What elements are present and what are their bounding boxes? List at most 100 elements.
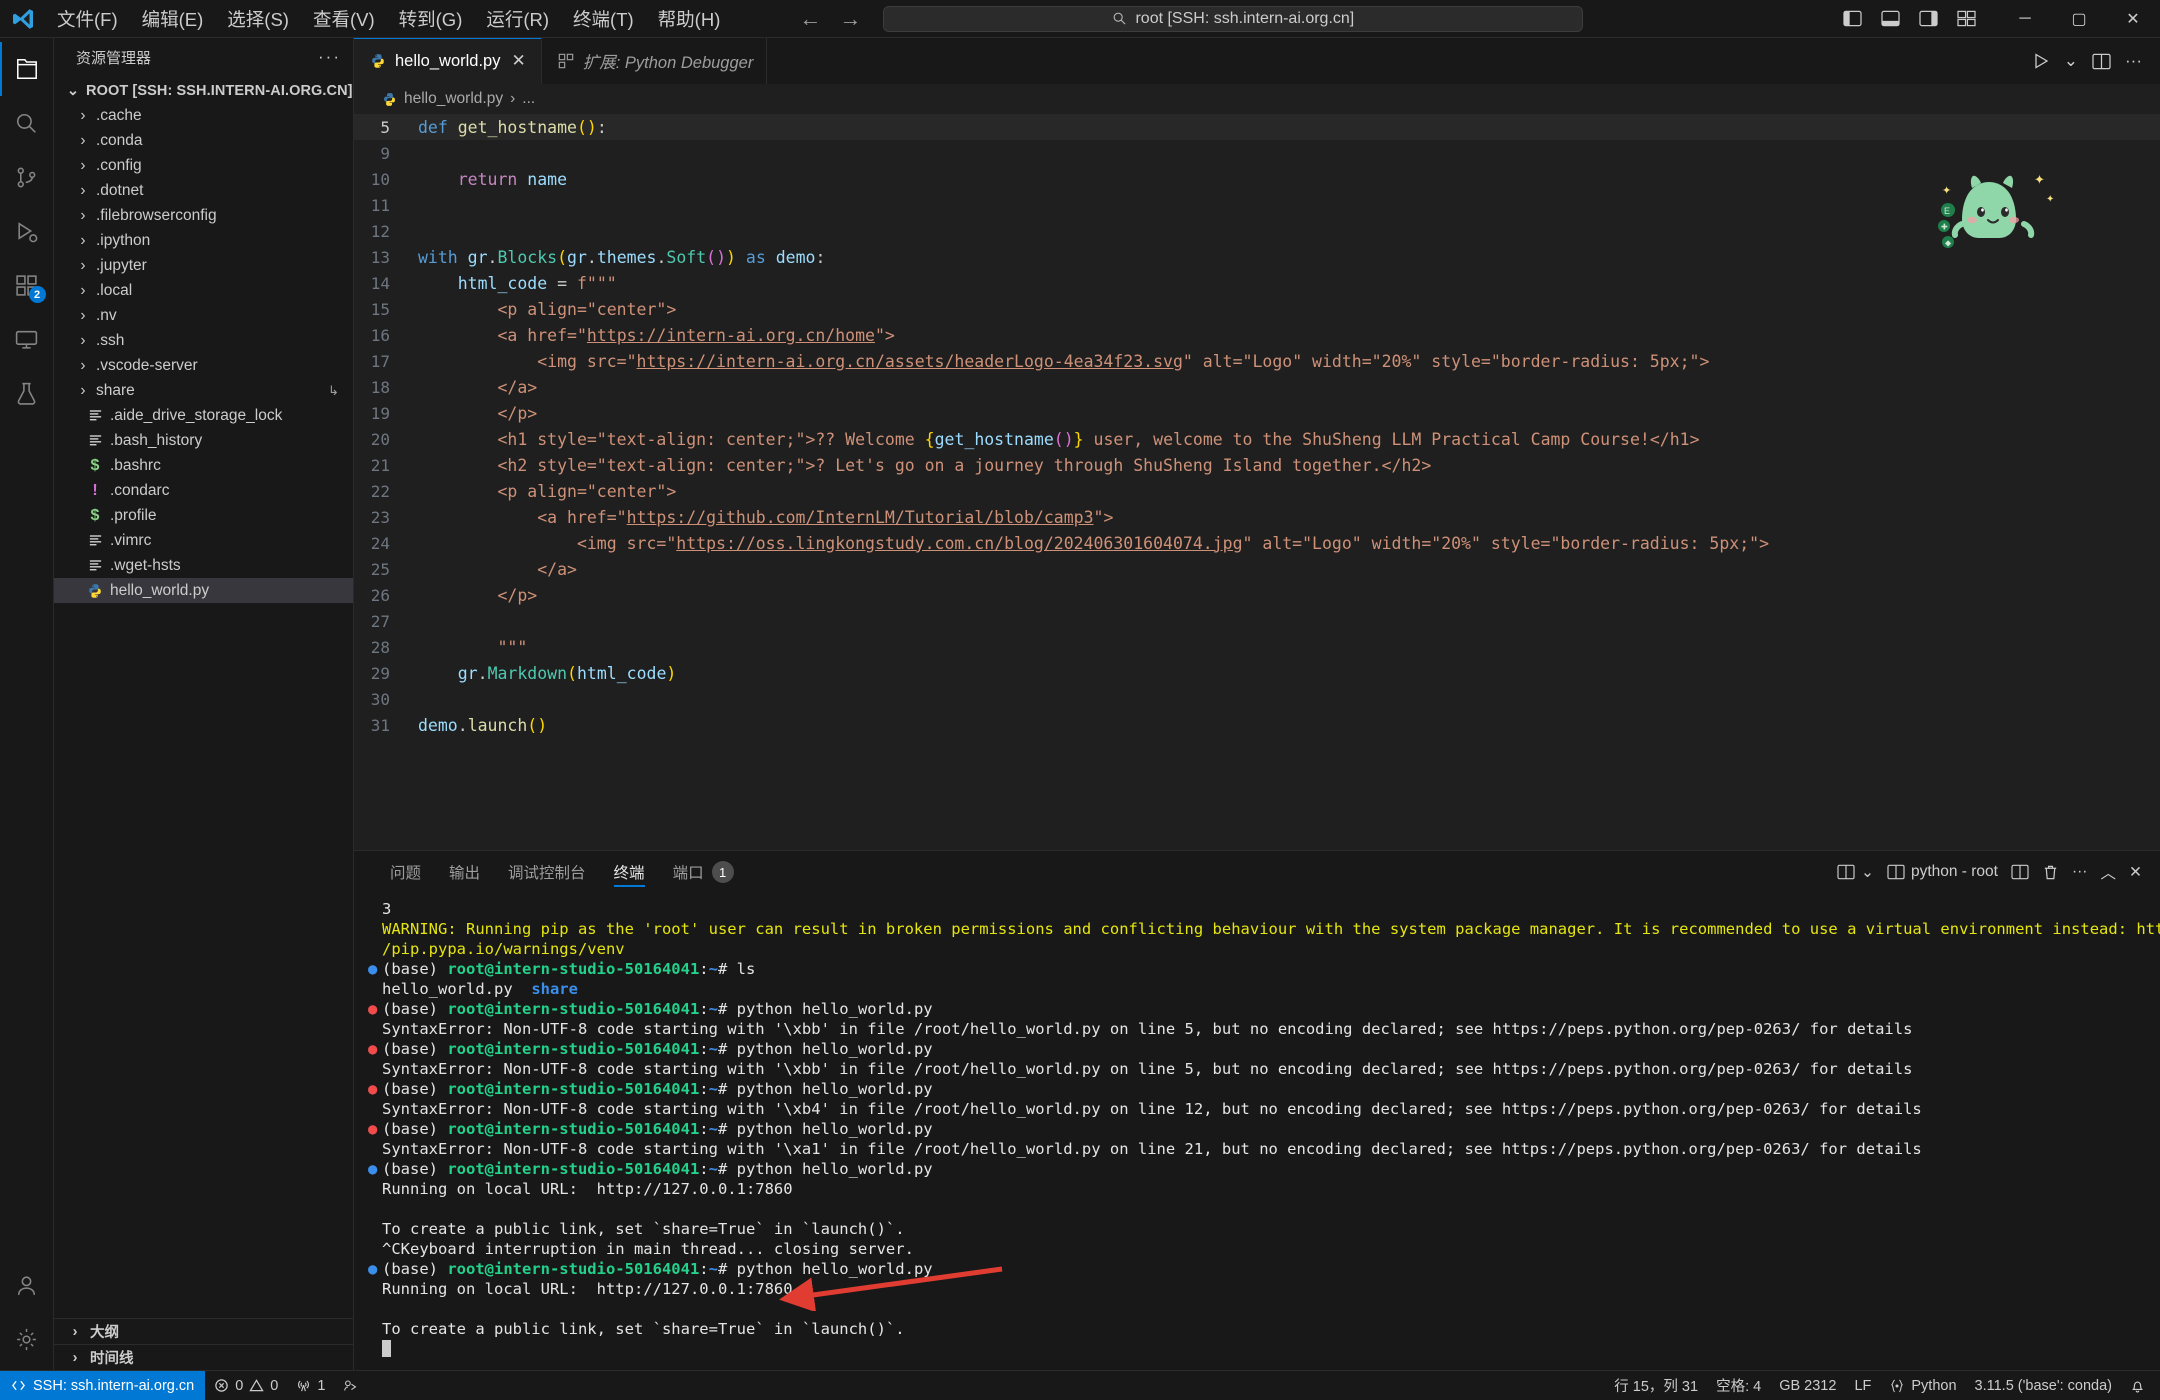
code-token[interactable]: https://intern-ai.org.cn/home: [587, 326, 875, 345]
window-maximize-button[interactable]: ▢: [2052, 0, 2106, 38]
tree-item-jupyter[interactable]: › .jupyter: [54, 253, 353, 278]
tree-item-conda[interactable]: › .conda: [54, 128, 353, 153]
close-panel-icon[interactable]: ✕: [2129, 863, 2142, 882]
status-notifications[interactable]: [2121, 1371, 2154, 1400]
menu-item-run[interactable]: 运行(R): [475, 2, 560, 36]
menu-item-selection[interactable]: 选择(S): [216, 2, 300, 36]
code-line[interactable]: 16 <a href="https://intern-ai.org.cn/hom…: [354, 322, 2160, 348]
code-line[interactable]: 9: [354, 140, 2160, 166]
panel-tab-debug-console[interactable]: 调试控制台: [494, 851, 600, 893]
status-python-interpreter[interactable]: 3.11.5 ('base': conda): [1966, 1371, 2121, 1400]
toggle-panel-icon[interactable]: [1876, 5, 1904, 33]
menu-item-help[interactable]: 帮助(H): [647, 2, 732, 36]
menu-item-go[interactable]: 转到(G): [388, 2, 474, 36]
tree-item-bash-history[interactable]: .bash_history: [54, 428, 353, 453]
status-eol[interactable]: LF: [1845, 1371, 1880, 1400]
status-cursor-position[interactable]: 行 15，列 31: [1605, 1371, 1707, 1400]
activity-bar-source-control-icon[interactable]: [0, 150, 54, 204]
menu-item-view[interactable]: 查看(V): [302, 2, 386, 36]
terminal-output[interactable]: 3 WARNING: Running pip as the 'root' use…: [354, 893, 2160, 1370]
window-close-button[interactable]: ✕: [2106, 0, 2160, 38]
code-token[interactable]: https://oss.lingkongstudy.com.cn/blog/20…: [676, 534, 1242, 553]
code-editor[interactable]: 5 def get_hostname(): 9 10 return name 11 1…: [354, 114, 2160, 850]
code-line[interactable]: 17 <img src="https://intern-ai.org.cn/as…: [354, 348, 2160, 374]
tree-item-vscode-server[interactable]: › .vscode-server: [54, 353, 353, 378]
code-line[interactable]: 15 <p align="center">: [354, 296, 2160, 322]
back-arrow-icon[interactable]: ←: [799, 6, 821, 32]
menu-item-file[interactable]: 文件(F): [46, 2, 129, 36]
tree-item-aide-drive-storage-lock[interactable]: .aide_drive_storage_lock: [54, 403, 353, 428]
run-python-file-icon[interactable]: [2032, 52, 2050, 70]
code-line[interactable]: 28 """: [354, 634, 2160, 660]
chevron-down-icon[interactable]: ⌄: [1861, 863, 1874, 882]
terminal-cursor-line[interactable]: [368, 1339, 2160, 1359]
close-icon[interactable]: ✕: [509, 51, 527, 71]
panel-more-actions-icon[interactable]: ···: [2072, 863, 2088, 881]
code-line[interactable]: 24 <img src="https://oss.lingkongstudy.c…: [354, 530, 2160, 556]
panel-tab-ports[interactable]: 端口 1: [659, 851, 748, 893]
code-line[interactable]: 5 def get_hostname():: [354, 114, 2160, 140]
window-minimize-button[interactable]: ─: [1998, 0, 2052, 38]
menu-item-edit[interactable]: 编辑(E): [131, 2, 215, 36]
activity-bar-settings-icon[interactable]: [0, 1312, 54, 1366]
code-token[interactable]: https://github.com/InternLM/Tutorial/blo…: [627, 508, 1094, 527]
maximize-panel-chevron-up-icon[interactable]: ︿: [2100, 861, 2116, 883]
menu-item-terminal[interactable]: 终端(T): [562, 2, 645, 36]
code-line[interactable]: 21 <h2 style="text-align: center;">? Let…: [354, 452, 2160, 478]
toggle-secondary-sidebar-icon[interactable]: [1914, 5, 1942, 33]
status-indentation[interactable]: 空格: 4: [1707, 1371, 1770, 1400]
activity-bar-explorer-icon[interactable]: [0, 42, 54, 96]
tree-item-ipython[interactable]: › .ipython: [54, 228, 353, 253]
code-line[interactable]: 19 </p>: [354, 400, 2160, 426]
status-problems[interactable]: 0 0: [205, 1371, 287, 1400]
activity-bar-extensions-icon[interactable]: 2: [0, 258, 54, 312]
run-dropdown-chevron-down-icon[interactable]: ⌄: [2064, 51, 2078, 71]
tree-item-profile[interactable]: $ .profile: [54, 503, 353, 528]
activity-bar-run-debug-icon[interactable]: [0, 204, 54, 258]
forward-arrow-icon[interactable]: →: [839, 6, 861, 32]
code-lines[interactable]: 5 def get_hostname(): 9 10 return name 11 1…: [354, 114, 2160, 738]
launch-profile-icon[interactable]: ⌄: [1837, 863, 1874, 882]
tab-python-debugger-extension[interactable]: 扩展: Python Debugger: [541, 38, 768, 84]
tree-item-dotnet[interactable]: › .dotnet: [54, 178, 353, 203]
code-line[interactable]: 12: [354, 218, 2160, 244]
code-line[interactable]: 14 html_code = f""": [354, 270, 2160, 296]
code-line[interactable]: 18 </a>: [354, 374, 2160, 400]
split-terminal-icon[interactable]: [2011, 864, 2029, 880]
code-line[interactable]: 20 <h1 style="text-align: center;">?? We…: [354, 426, 2160, 452]
tree-item-wget-hsts[interactable]: .wget-hsts: [54, 553, 353, 578]
code-line[interactable]: 27: [354, 608, 2160, 634]
activity-bar-search-icon[interactable]: [0, 96, 54, 150]
activity-bar-accounts-icon[interactable]: [0, 1258, 54, 1312]
tree-item-local[interactable]: › .local: [54, 278, 353, 303]
sidebar-section-timeline[interactable]: › 时间线: [54, 1344, 353, 1370]
tree-item-vimrc[interactable]: .vimrc: [54, 528, 353, 553]
tab-hello-world-py[interactable]: hello_world.py ✕: [354, 38, 542, 84]
breadcrumb-symbol[interactable]: ...: [522, 90, 535, 108]
code-token[interactable]: https://intern-ai.org.cn/assets/headerLo…: [637, 352, 1183, 371]
tree-root-folder[interactable]: ⌄ ROOT [SSH: SSH.INTERN-AI.ORG.CN]: [54, 78, 353, 103]
tree-item-condarc[interactable]: ! .condarc: [54, 478, 353, 503]
terminal-entry[interactable]: python - root: [1887, 863, 1998, 881]
status-live-share[interactable]: [334, 1371, 368, 1400]
tree-item-nv[interactable]: › .nv: [54, 303, 353, 328]
activity-bar-remote-explorer-icon[interactable]: [0, 312, 54, 366]
activity-bar-testing-icon[interactable]: [0, 366, 54, 420]
quick-input-bar[interactable]: root [SSH: ssh.intern-ai.org.cn]: [883, 5, 1584, 32]
tree-item-bashrc[interactable]: $ .bashrc: [54, 453, 353, 478]
code-line[interactable]: 31 demo.launch(): [354, 712, 2160, 738]
code-line[interactable]: 11: [354, 192, 2160, 218]
code-line[interactable]: 22 <p align="center">: [354, 478, 2160, 504]
file-tree[interactable]: ⌄ ROOT [SSH: SSH.INTERN-AI.ORG.CN] › .ca…: [54, 76, 353, 1318]
tree-item-config[interactable]: › .config: [54, 153, 353, 178]
tree-item-filebrowserconfig[interactable]: › .filebrowserconfig: [54, 203, 353, 228]
panel-tab-terminal[interactable]: 终端: [600, 851, 659, 893]
breadcrumb-file[interactable]: hello_world.py: [404, 90, 503, 108]
code-line[interactable]: 13 with gr.Blocks(gr.themes.Soft()) as de…: [354, 244, 2160, 270]
split-editor-right-icon[interactable]: [2092, 53, 2111, 70]
customize-layout-icon[interactable]: [1952, 5, 1980, 33]
toggle-primary-sidebar-icon[interactable]: [1838, 5, 1866, 33]
code-line[interactable]: 29 gr.Markdown(html_code): [354, 660, 2160, 686]
code-line[interactable]: 23 <a href="https://github.com/InternLM/…: [354, 504, 2160, 530]
tree-item-share[interactable]: › share ↳: [54, 378, 353, 403]
